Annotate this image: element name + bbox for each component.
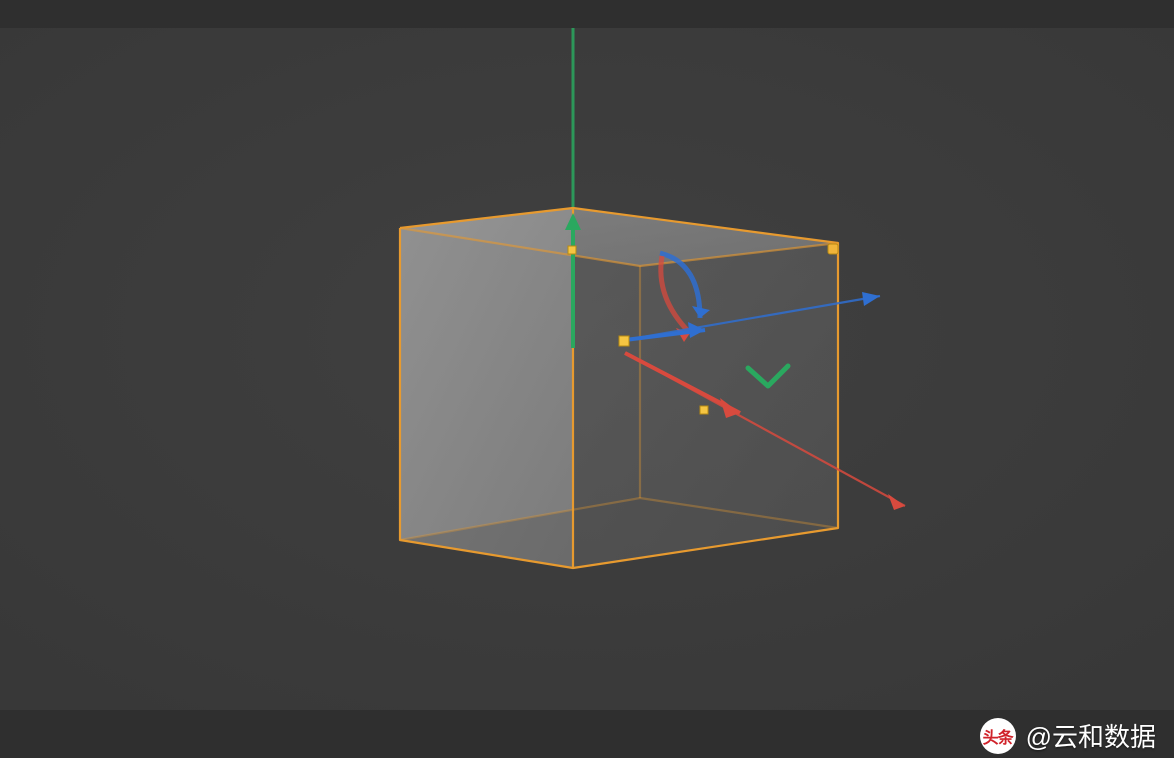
watermark: 头条 @云和数据 [980,717,1156,754]
viewport-3d[interactable] [0,28,1174,710]
gizmo-plane-handle-xz[interactable] [568,246,576,254]
watermark-text: @云和数据 [1026,717,1156,754]
gizmo-plane-handle-yz[interactable] [828,244,838,254]
scene[interactable] [0,28,1174,710]
gizmo-plane-handle-xy[interactable] [700,406,708,414]
watermark-logo-icon: 头条 [980,718,1016,754]
top-bar [0,0,1174,28]
cube-object[interactable] [400,208,838,568]
gizmo-center-handle[interactable] [619,336,629,346]
watermark-logo-text: 头条 [983,724,1013,748]
